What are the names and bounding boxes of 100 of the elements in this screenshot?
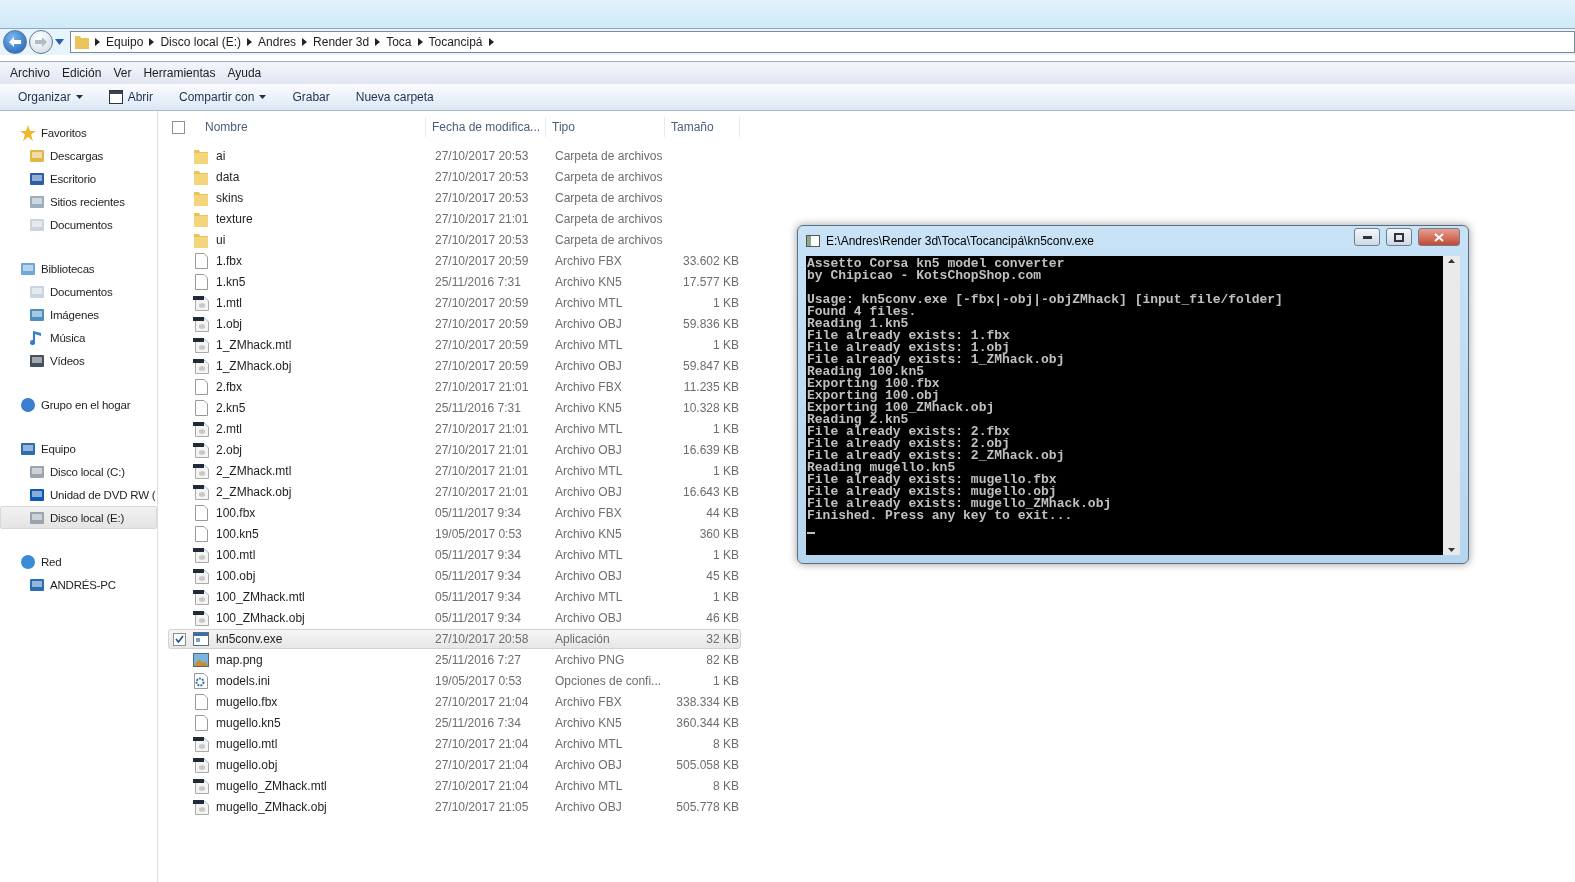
file-row[interactable]: 2_ZMhack.mtl 27/10/2017 21:01 Archivo MTL 1 KB — [168, 461, 741, 481]
file-row[interactable]: mugello.mtl 27/10/2017 21:04 Archivo MTL 8 KB — [168, 734, 741, 754]
sidebar-item[interactable]: Vídeos — [0, 349, 157, 372]
file-row[interactable]: 1.kn5 25/11/2016 7:31 Archivo KN5 17.577 KB — [168, 272, 741, 292]
file-row[interactable]: 100_ZMhack.mtl 05/11/2017 9:34 Archivo MTL 1 KB — [168, 587, 741, 607]
menu-item[interactable]: Ver — [107, 66, 138, 80]
breadcrumb-item[interactable]: Disco local (E:) — [160, 35, 242, 49]
file-size: 45 KB — [705, 569, 739, 583]
sidebar-item[interactable]: Red — [0, 550, 157, 573]
file-row[interactable]: 1.obj 27/10/2017 20:59 Archivo OBJ 59.836 KB — [168, 314, 741, 334]
file-row[interactable]: map.png 25/11/2016 7:27 Archivo PNG 82 KB — [168, 650, 741, 670]
back-button[interactable] — [3, 30, 27, 54]
file-row[interactable]: 1_ZMhack.mtl 27/10/2017 20:59 Archivo MTL 1 KB — [168, 335, 741, 355]
file-size: 32 KB — [705, 632, 739, 646]
file-row[interactable]: models.ini 19/05/2017 0:53 Opciones de confi... 1 KB — [168, 671, 741, 691]
menu-item[interactable]: Herramientas — [137, 66, 222, 80]
file-row[interactable]: texture 27/10/2017 21:01 Carpeta de archivos — [168, 209, 741, 229]
file-type: Archivo OBJ — [554, 800, 623, 814]
sidebar-item[interactable]: Bibliotecas — [0, 257, 157, 280]
file-name: mugello.kn5 — [216, 716, 282, 730]
file-name: 2.obj — [216, 443, 244, 457]
breadcrumb-item[interactable]: Render 3d — [313, 35, 370, 49]
file-row[interactable]: 100.kn5 19/05/2017 0:53 Archivo KN5 360 KB — [168, 524, 741, 544]
sidebar-item[interactable]: Sitios recientes — [0, 190, 157, 213]
file-row[interactable]: kn5conv.exe 27/10/2017 20:58 Aplicación 32 KB — [168, 629, 741, 649]
chevron-icon — [302, 38, 308, 46]
close-button[interactable] — [1418, 228, 1460, 246]
menu-item[interactable]: Ayuda — [221, 66, 268, 80]
sidebar-item[interactable]: Disco local (E:) — [0, 506, 157, 529]
modified-date: 27/10/2017 21:01 — [434, 485, 530, 499]
select-all-checkbox[interactable] — [172, 120, 185, 134]
file-row[interactable]: 1.mtl 27/10/2017 20:59 Archivo MTL 1 KB — [168, 293, 741, 313]
scroll-up-icon[interactable] — [1448, 259, 1455, 263]
file-row[interactable]: 100.mtl 05/11/2017 9:34 Archivo MTL 1 KB — [168, 545, 741, 565]
file-row[interactable]: mugello_ZMhack.mtl 27/10/2017 21:04 Archivo MTL 8 KB — [168, 776, 741, 796]
sidebar-item[interactable]: Música — [0, 326, 157, 349]
column-header[interactable]: Nombre — [189, 117, 426, 137]
modified-date: 27/10/2017 21:04 — [434, 737, 530, 751]
address-bar[interactable]: Equipo Disco local (E:) Andres Render 3d Toca Tocancipá — [70, 31, 1575, 53]
file-row[interactable]: mugello.fbx 27/10/2017 21:04 Archivo FBX 338.334 KB — [168, 692, 741, 712]
file-row[interactable]: data 27/10/2017 20:53 Carpeta de archivos — [168, 167, 741, 187]
file-row[interactable]: ai 27/10/2017 20:53 Carpeta de archivos — [168, 146, 741, 166]
toolbar-button[interactable]: Nueva carpeta — [347, 88, 442, 106]
file-row[interactable]: 100.fbx 05/11/2017 9:34 Archivo FBX 44 KB — [168, 503, 741, 523]
sidebar-item[interactable]: Unidad de DVD RW ( — [0, 483, 157, 506]
menu-item[interactable]: Edición — [56, 66, 108, 80]
file-row[interactable]: mugello.kn5 25/11/2016 7:34 Archivo KN5 360.344 KB — [168, 713, 741, 733]
sidebar-item[interactable]: Descargas — [0, 144, 157, 167]
cube-file-icon — [193, 358, 209, 374]
sidebar-item[interactable]: Documentos — [0, 280, 157, 303]
column-header[interactable]: Tipo — [546, 117, 665, 137]
file-size: 46 KB — [705, 611, 739, 625]
file-row[interactable]: skins 27/10/2017 20:53 Carpeta de archivos — [168, 188, 741, 208]
sidebar-item[interactable]: ANDRÉS-PC — [0, 573, 157, 596]
sidebar-item[interactable]: Disco local (C:) — [0, 460, 157, 483]
caret-icon[interactable] — [55, 39, 64, 45]
sidebar-item[interactable]: Grupo en el hogar — [0, 393, 157, 416]
sidebar-item[interactable]: Equipo — [0, 437, 157, 460]
modified-date: 27/10/2017 20:53 — [434, 191, 530, 205]
modified-date: 27/10/2017 20:59 — [434, 317, 530, 331]
file-size: 8 KB — [712, 779, 739, 793]
file-row[interactable]: 2.kn5 25/11/2016 7:31 Archivo KN5 10.328 KB — [168, 398, 741, 418]
file-row[interactable]: mugello.obj 27/10/2017 21:04 Archivo OBJ 505.058 KB — [168, 755, 741, 775]
toolbar-button[interactable]: Organizar — [10, 88, 91, 106]
file-row[interactable]: 2.obj 27/10/2017 21:01 Archivo OBJ 16.639 KB — [168, 440, 741, 460]
sidebar-item[interactable]: Escritorio — [0, 167, 157, 190]
scroll-down-icon[interactable] — [1448, 548, 1455, 552]
file-row[interactable]: 1_ZMhack.obj 27/10/2017 20:59 Archivo OBJ 59.847 KB — [168, 356, 741, 376]
sidebar-item[interactable]: Imágenes — [0, 303, 157, 326]
file-row[interactable]: 100_ZMhack.obj 05/11/2017 9:34 Archivo OBJ 46 KB — [168, 608, 741, 628]
file-row[interactable]: 2_ZMhack.obj 27/10/2017 21:01 Archivo OBJ 16.643 KB — [168, 482, 741, 502]
file-row[interactable]: 100.obj 05/11/2017 9:34 Archivo OBJ 45 KB — [168, 566, 741, 586]
toolbar-button[interactable]: Grabar — [284, 88, 338, 106]
file-type: Carpeta de archivos — [554, 149, 664, 163]
scrollbar[interactable] — [1443, 256, 1460, 555]
file-name: 1_ZMhack.obj — [216, 359, 293, 373]
forward-button[interactable] — [29, 30, 53, 54]
window-icon — [108, 90, 123, 104]
file-row[interactable]: ui 27/10/2017 20:53 Carpeta de archivos — [168, 230, 741, 250]
toolbar-button[interactable]: Abrir — [100, 88, 162, 106]
menu-item[interactable]: Archivo — [4, 66, 56, 80]
cube-file-icon — [193, 778, 209, 794]
checkbox[interactable] — [173, 632, 186, 646]
breadcrumb-item[interactable]: Tocancipá — [428, 35, 483, 49]
file-row[interactable]: mugello_ZMhack.obj 27/10/2017 21:05 Archivo OBJ 505.778 KB — [168, 797, 741, 817]
breadcrumb-item[interactable]: Andres — [258, 35, 297, 49]
console-line: File already exists: 1.obj — [807, 342, 1010, 354]
column-header[interactable]: Tamaño — [665, 117, 740, 137]
maximize-button[interactable] — [1386, 228, 1412, 246]
file-name: 100.mtl — [216, 548, 257, 562]
file-row[interactable]: 2.fbx 27/10/2017 21:01 Archivo FBX 11.235 KB — [168, 377, 741, 397]
breadcrumb-item[interactable]: Toca — [386, 35, 412, 49]
minimize-button[interactable] — [1354, 228, 1380, 246]
sidebar-item[interactable]: Documentos — [0, 213, 157, 236]
breadcrumb-item[interactable]: Equipo — [106, 35, 144, 49]
file-row[interactable]: 2.mtl 27/10/2017 21:01 Archivo MTL 1 KB — [168, 419, 741, 439]
toolbar-button[interactable]: Compartir con — [171, 88, 275, 106]
column-header[interactable]: Fecha de modifica... — [426, 117, 546, 137]
file-row[interactable]: 1.fbx 27/10/2017 20:59 Archivo FBX 33.602 KB — [168, 251, 741, 271]
sidebar-item[interactable]: Favoritos — [0, 121, 157, 144]
